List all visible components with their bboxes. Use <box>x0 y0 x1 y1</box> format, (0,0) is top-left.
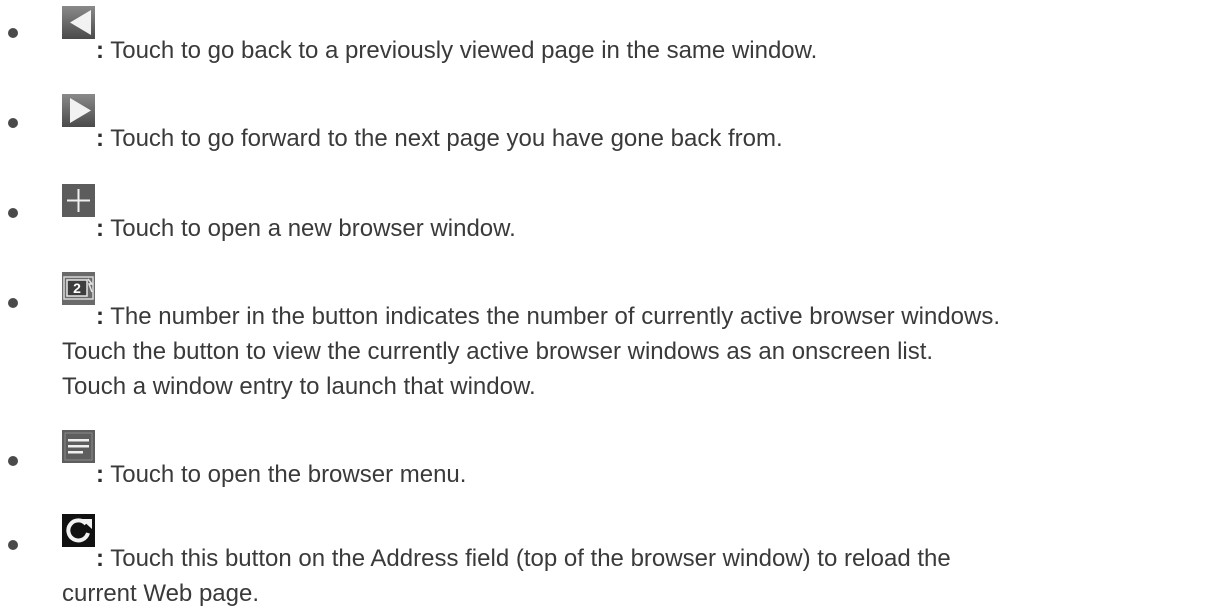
list-item-text-line: Touch a window entry to launch that wind… <box>62 373 536 400</box>
list-item-text: : Touch to open a new browser window. <box>96 215 516 242</box>
list-item-text-line: current Web page. <box>62 580 260 607</box>
plus-icon <box>62 184 95 217</box>
menu-icon <box>62 430 95 463</box>
list-item-text: : Touch to open the browser menu. <box>96 461 467 488</box>
list-item-text: : Touch this button on the Address field… <box>96 545 951 572</box>
list-item-text: : Touch to go forward to the next page y… <box>96 125 783 152</box>
windows-count-icon: 2 <box>62 272 95 305</box>
bullet-dot <box>8 298 18 308</box>
back-arrow-icon <box>62 6 95 39</box>
bullet-dot <box>8 540 18 550</box>
forward-arrow-icon <box>62 94 95 127</box>
icon-description-list: : Touch to go back to a previously viewe… <box>0 0 1227 607</box>
bullet-dot <box>8 456 18 466</box>
bullet-dot <box>8 118 18 128</box>
list-item-text: : The number in the button indicates the… <box>96 303 1001 330</box>
refresh-icon <box>62 514 95 547</box>
list-item-text-line: Touch the button to view the currently a… <box>62 338 934 365</box>
svg-text:2: 2 <box>73 280 81 296</box>
list-item-text: : Touch to go back to a previously viewe… <box>96 37 818 64</box>
bullet-dot <box>8 28 18 38</box>
bullet-dot <box>8 208 18 218</box>
